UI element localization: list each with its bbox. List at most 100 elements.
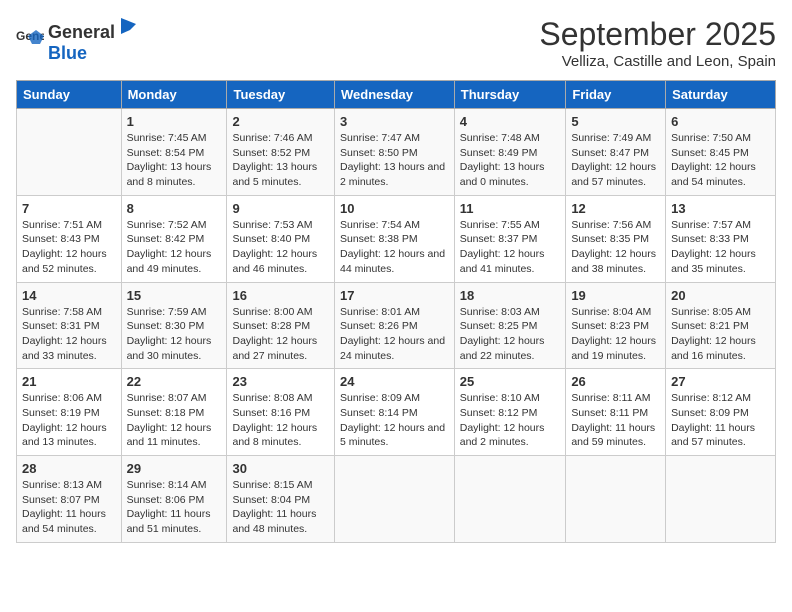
day-number: 17 [340, 288, 449, 303]
day-number: 23 [232, 374, 329, 389]
day-number: 8 [127, 201, 222, 216]
week-row-4: 21 Sunrise: 8:06 AMSunset: 8:19 PMDaylig… [17, 369, 776, 456]
day-number: 10 [340, 201, 449, 216]
column-header-thursday: Thursday [454, 81, 566, 109]
day-cell: 3 Sunrise: 7:47 AMSunset: 8:50 PMDayligh… [334, 109, 454, 196]
day-number: 1 [127, 114, 222, 129]
day-info: Sunrise: 8:07 AMSunset: 8:18 PMDaylight:… [127, 391, 222, 450]
day-number: 6 [671, 114, 770, 129]
day-cell: 29 Sunrise: 8:14 AMSunset: 8:06 PMDaylig… [121, 456, 227, 543]
day-cell: 4 Sunrise: 7:48 AMSunset: 8:49 PMDayligh… [454, 109, 566, 196]
day-cell [17, 109, 122, 196]
day-info: Sunrise: 7:50 AMSunset: 8:45 PMDaylight:… [671, 131, 770, 190]
day-number: 24 [340, 374, 449, 389]
column-header-friday: Friday [566, 81, 666, 109]
day-cell: 7 Sunrise: 7:51 AMSunset: 8:43 PMDayligh… [17, 195, 122, 282]
day-cell: 16 Sunrise: 8:00 AMSunset: 8:28 PMDaylig… [227, 282, 335, 369]
day-number: 4 [460, 114, 561, 129]
header-row: SundayMondayTuesdayWednesdayThursdayFrid… [17, 81, 776, 109]
day-info: Sunrise: 8:12 AMSunset: 8:09 PMDaylight:… [671, 391, 770, 450]
day-info: Sunrise: 8:04 AMSunset: 8:23 PMDaylight:… [571, 305, 660, 364]
day-info: Sunrise: 8:08 AMSunset: 8:16 PMDaylight:… [232, 391, 329, 450]
day-number: 2 [232, 114, 329, 129]
day-cell: 28 Sunrise: 8:13 AMSunset: 8:07 PMDaylig… [17, 456, 122, 543]
day-info: Sunrise: 7:56 AMSunset: 8:35 PMDaylight:… [571, 218, 660, 277]
day-number: 11 [460, 201, 561, 216]
day-info: Sunrise: 7:58 AMSunset: 8:31 PMDaylight:… [22, 305, 116, 364]
day-number: 20 [671, 288, 770, 303]
day-cell [334, 456, 454, 543]
column-header-sunday: Sunday [17, 81, 122, 109]
day-cell: 26 Sunrise: 8:11 AMSunset: 8:11 PMDaylig… [566, 369, 666, 456]
day-cell: 21 Sunrise: 8:06 AMSunset: 8:19 PMDaylig… [17, 369, 122, 456]
day-cell: 23 Sunrise: 8:08 AMSunset: 8:16 PMDaylig… [227, 369, 335, 456]
day-cell: 6 Sunrise: 7:50 AMSunset: 8:45 PMDayligh… [666, 109, 776, 196]
day-info: Sunrise: 7:51 AMSunset: 8:43 PMDaylight:… [22, 218, 116, 277]
week-row-2: 7 Sunrise: 7:51 AMSunset: 8:43 PMDayligh… [17, 195, 776, 282]
column-header-wednesday: Wednesday [334, 81, 454, 109]
day-info: Sunrise: 7:49 AMSunset: 8:47 PMDaylight:… [571, 131, 660, 190]
day-info: Sunrise: 8:11 AMSunset: 8:11 PMDaylight:… [571, 391, 660, 450]
day-number: 15 [127, 288, 222, 303]
day-cell: 10 Sunrise: 7:54 AMSunset: 8:38 PMDaylig… [334, 195, 454, 282]
column-header-tuesday: Tuesday [227, 81, 335, 109]
day-number: 27 [671, 374, 770, 389]
day-number: 12 [571, 201, 660, 216]
day-cell: 11 Sunrise: 7:55 AMSunset: 8:37 PMDaylig… [454, 195, 566, 282]
logo: General General Blue [16, 16, 139, 64]
logo-blue: Blue [48, 43, 87, 63]
day-info: Sunrise: 7:54 AMSunset: 8:38 PMDaylight:… [340, 218, 449, 277]
day-cell: 8 Sunrise: 7:52 AMSunset: 8:42 PMDayligh… [121, 195, 227, 282]
day-number: 29 [127, 461, 222, 476]
day-number: 9 [232, 201, 329, 216]
day-number: 21 [22, 374, 116, 389]
day-info: Sunrise: 7:46 AMSunset: 8:52 PMDaylight:… [232, 131, 329, 190]
day-cell [666, 456, 776, 543]
logo-text: General Blue [48, 16, 139, 64]
day-number: 3 [340, 114, 449, 129]
day-cell: 2 Sunrise: 7:46 AMSunset: 8:52 PMDayligh… [227, 109, 335, 196]
day-info: Sunrise: 7:48 AMSunset: 8:49 PMDaylight:… [460, 131, 561, 190]
subtitle: Velliza, Castille and Leon, Spain [539, 53, 776, 70]
day-number: 19 [571, 288, 660, 303]
day-number: 7 [22, 201, 116, 216]
column-header-monday: Monday [121, 81, 227, 109]
logo-icon: General [16, 26, 44, 54]
day-cell: 9 Sunrise: 7:53 AMSunset: 8:40 PMDayligh… [227, 195, 335, 282]
main-title: September 2025 [539, 16, 776, 53]
day-info: Sunrise: 7:47 AMSunset: 8:50 PMDaylight:… [340, 131, 449, 190]
day-info: Sunrise: 8:10 AMSunset: 8:12 PMDaylight:… [460, 391, 561, 450]
day-cell: 19 Sunrise: 8:04 AMSunset: 8:23 PMDaylig… [566, 282, 666, 369]
day-number: 22 [127, 374, 222, 389]
day-number: 14 [22, 288, 116, 303]
logo-flag-icon [116, 16, 138, 38]
day-cell: 24 Sunrise: 8:09 AMSunset: 8:14 PMDaylig… [334, 369, 454, 456]
day-info: Sunrise: 8:15 AMSunset: 8:04 PMDaylight:… [232, 478, 329, 537]
day-cell: 17 Sunrise: 8:01 AMSunset: 8:26 PMDaylig… [334, 282, 454, 369]
day-info: Sunrise: 7:55 AMSunset: 8:37 PMDaylight:… [460, 218, 561, 277]
day-cell: 25 Sunrise: 8:10 AMSunset: 8:12 PMDaylig… [454, 369, 566, 456]
day-cell: 15 Sunrise: 7:59 AMSunset: 8:30 PMDaylig… [121, 282, 227, 369]
day-info: Sunrise: 7:52 AMSunset: 8:42 PMDaylight:… [127, 218, 222, 277]
day-number: 5 [571, 114, 660, 129]
day-info: Sunrise: 7:59 AMSunset: 8:30 PMDaylight:… [127, 305, 222, 364]
day-info: Sunrise: 8:05 AMSunset: 8:21 PMDaylight:… [671, 305, 770, 364]
day-cell [566, 456, 666, 543]
logo-general: General [48, 22, 115, 43]
day-info: Sunrise: 8:00 AMSunset: 8:28 PMDaylight:… [232, 305, 329, 364]
day-cell: 30 Sunrise: 8:15 AMSunset: 8:04 PMDaylig… [227, 456, 335, 543]
day-cell: 5 Sunrise: 7:49 AMSunset: 8:47 PMDayligh… [566, 109, 666, 196]
day-number: 18 [460, 288, 561, 303]
day-cell [454, 456, 566, 543]
day-number: 13 [671, 201, 770, 216]
day-number: 30 [232, 461, 329, 476]
day-cell: 1 Sunrise: 7:45 AMSunset: 8:54 PMDayligh… [121, 109, 227, 196]
day-number: 28 [22, 461, 116, 476]
day-cell: 22 Sunrise: 8:07 AMSunset: 8:18 PMDaylig… [121, 369, 227, 456]
day-info: Sunrise: 8:03 AMSunset: 8:25 PMDaylight:… [460, 305, 561, 364]
day-number: 16 [232, 288, 329, 303]
day-info: Sunrise: 8:13 AMSunset: 8:07 PMDaylight:… [22, 478, 116, 537]
day-number: 26 [571, 374, 660, 389]
day-info: Sunrise: 8:01 AMSunset: 8:26 PMDaylight:… [340, 305, 449, 364]
day-info: Sunrise: 7:57 AMSunset: 8:33 PMDaylight:… [671, 218, 770, 277]
